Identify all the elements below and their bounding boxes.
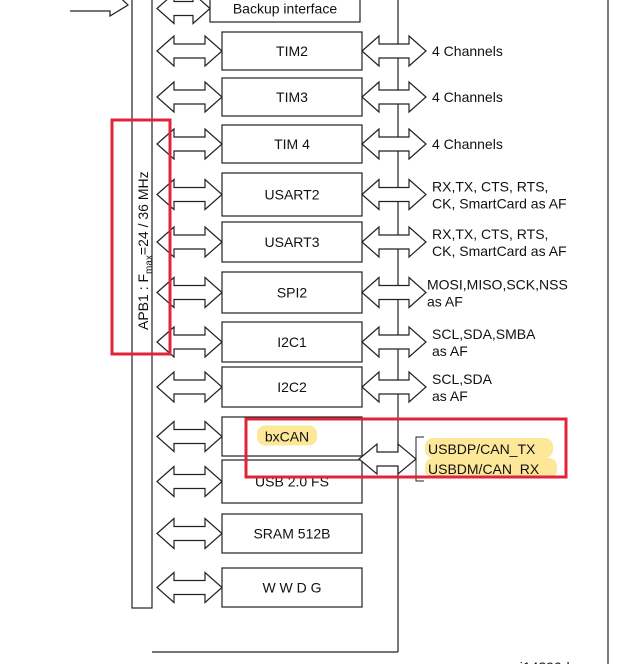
block-label-i2c2: I2C2	[277, 379, 307, 395]
signal-label-i2c1: as AF	[432, 343, 468, 359]
signal-label-i2c2: SCL,SDA	[432, 371, 493, 387]
bus-arrow-spi2	[156, 276, 223, 309]
signal-label-tim2: 4 Channels	[432, 43, 503, 59]
block-label-i2c1: I2C1	[277, 334, 307, 350]
block-label-tim2: TIM2	[276, 43, 308, 59]
signal-label-usart3: RX,TX, CTS, RTS,	[432, 226, 548, 242]
block-label-spi2: SPI2	[277, 285, 308, 301]
signal-label-spi2: MOSI,MISO,SCK,NSS	[427, 277, 568, 293]
bus-arrow-i2c2	[156, 370, 223, 404]
signal-label-spi2: as AF	[427, 294, 463, 310]
signal-label-i2c2: as AF	[432, 388, 468, 404]
bus-arrow-tim-4	[156, 127, 223, 161]
block-label-usart2: USART2	[265, 187, 320, 203]
bus-arrow-bxcan	[156, 420, 223, 453]
can-double-arrow	[358, 442, 417, 476]
block-label-usart3: USART3	[265, 234, 320, 250]
figure-id: ai14390d	[512, 659, 570, 664]
signal-label-usart2: RX,TX, CTS, RTS,	[432, 179, 548, 195]
signal-arrow-i2c1	[361, 325, 427, 359]
signal-arrow-usart3	[361, 225, 427, 259]
signal-arrow-tim3	[361, 80, 427, 114]
bus-arrow-w-w-d-g	[156, 571, 223, 604]
block-label-bxcan: bxCAN	[265, 429, 309, 445]
signal-label-i2c1: SCL,SDA,SMBA	[432, 326, 536, 342]
bus-arrow-usb-2-0-fs	[156, 465, 223, 498]
bus-arrow-backup-interface	[156, 0, 211, 25]
block-label-sram-512b: SRAM 512B	[253, 526, 330, 542]
top-input-arrow	[70, 0, 129, 18]
signal-arrow-usart2	[361, 178, 427, 211]
signal-label-tim-4: 4 Channels	[432, 136, 503, 152]
bus-arrow-tim2	[156, 34, 223, 68]
block-label-tim3: TIM3	[276, 89, 308, 105]
bus-arrow-sram-512b	[156, 517, 223, 550]
signal-label-usart2: CK, SmartCard as AF	[432, 196, 567, 212]
block-label-backup-interface: Backup interface	[233, 1, 337, 17]
signal-arrow-tim2	[361, 34, 427, 68]
block-label-w-w-d-g: W W D G	[262, 580, 321, 596]
can-rx-pin-label: USBDM/CAN_RX	[428, 461, 540, 477]
signal-label-usart3: CK, SmartCard as AF	[432, 243, 567, 259]
bus-arrow-usart3	[156, 225, 223, 259]
block-label-tim-4: TIM 4	[274, 136, 310, 152]
bus-arrow-usart2	[156, 178, 223, 211]
bus-arrow-tim3	[156, 80, 223, 114]
signal-arrow-tim-4	[361, 127, 427, 161]
can-tx-pin-label: USBDP/CAN_TX	[428, 441, 536, 457]
signal-arrow-spi2	[361, 276, 427, 309]
apb1-block-diagram: APB1 : Fmax=24 / 36 MHz Backup interface…	[70, 0, 609, 664]
signal-arrow-i2c2	[361, 370, 427, 404]
signal-label-tim3: 4 Channels	[432, 89, 503, 105]
can-pin-bracket	[415, 436, 424, 482]
